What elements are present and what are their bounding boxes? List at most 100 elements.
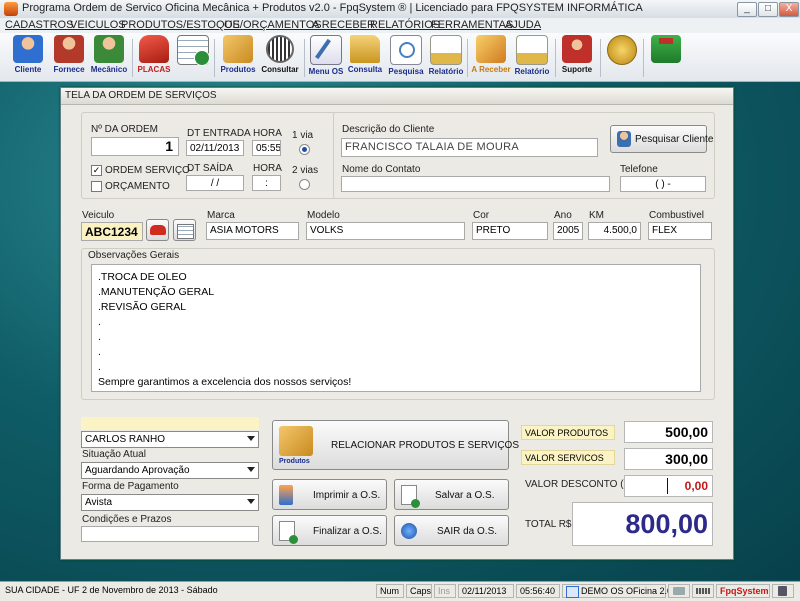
sair-os-button[interactable]: SAIR da O.S.	[394, 515, 509, 546]
car-search-button[interactable]	[146, 219, 169, 241]
salvar-os-button[interactable]: Salvar a O.S.	[394, 479, 509, 510]
notes-line: .REVISÃO GERAL	[98, 301, 187, 313]
toolbar-menu-os-button[interactable]: Menu OS	[307, 35, 345, 79]
condicoes-label: Condições e Prazos	[82, 514, 172, 525]
finalizar-os-button[interactable]: Finalizar a O.S.	[272, 515, 387, 546]
dt-entrada-field[interactable]: 02/11/2013	[186, 140, 244, 156]
car-icon	[139, 35, 169, 63]
monitor-icon	[566, 586, 579, 598]
toolbar-separator	[555, 39, 556, 77]
notes-line: .	[98, 361, 101, 373]
menu-ferramentas[interactable]: FERRAMENTAS	[431, 19, 513, 31]
marca-label: Marca	[207, 210, 235, 221]
toolbar-consultar-button[interactable]: Consultar	[259, 35, 301, 79]
notes-group: Observações Gerais .TROCA DE OLEO .MANUT…	[81, 248, 715, 400]
toolbar-relatorio-button[interactable]: Relatório	[427, 35, 465, 79]
car-icon	[150, 225, 166, 235]
valor-desconto-field[interactable]: 0,00	[624, 475, 713, 497]
vehicle-history-button[interactable]	[173, 219, 196, 241]
pesquisar-cliente-button[interactable]: Pesquisar Cliente	[610, 125, 713, 153]
notes-line: .MANUTENÇÃO GERAL	[98, 286, 215, 298]
ordem-servico-checkbox[interactable]: ✓	[91, 165, 102, 176]
client-desc-field[interactable]: FRANCISCO TALAIA DE MOURA	[341, 138, 598, 157]
title-bar: Programa Ordem de Servico Oficina Mecâni…	[0, 0, 800, 19]
finalize-icon	[279, 521, 298, 544]
notes-line: Sempre garantimos a excelencia dos nosso…	[98, 376, 352, 388]
status-printer	[668, 584, 690, 598]
contact-field[interactable]	[341, 176, 610, 192]
mechanic-icon	[94, 35, 124, 63]
dt-saida-field[interactable]: / /	[186, 175, 244, 191]
toolbar-cliente-button[interactable]: Cliente	[8, 35, 48, 79]
menu-cadastros[interactable]: CADASTROS	[5, 19, 73, 31]
phone-label: Telefone	[620, 164, 658, 175]
condicoes-field[interactable]	[81, 526, 259, 542]
placa-field[interactable]: ABC1234	[81, 222, 143, 241]
valor-produtos-field[interactable]: 500,00	[624, 421, 713, 443]
notes-line: .TROCA DE OLEO	[98, 271, 187, 283]
money-icon	[476, 35, 506, 63]
notes-line: .	[98, 346, 101, 358]
toolbar-separator	[304, 39, 305, 77]
mechanic-select[interactable]: CARLOS RANHO	[81, 431, 259, 448]
chevron-down-icon	[247, 467, 255, 472]
calendar-clock-icon	[177, 224, 194, 239]
menu-a-receber[interactable]: A RECEBER	[312, 19, 375, 31]
cor-field[interactable]: PRETO	[472, 222, 548, 240]
via1-label: 1 via	[292, 130, 314, 141]
order-number-field[interactable]: 1	[91, 137, 179, 156]
toolbar-mecanico-button[interactable]: Mecânico	[88, 35, 130, 79]
menu-ajuda[interactable]: AJUDA	[505, 19, 541, 31]
menu-relatorios[interactable]: RELATÓRIOS	[370, 19, 440, 31]
menu-produtos-estoque[interactable]: PRODUTOS/ESTOQUE	[121, 19, 240, 31]
status-brand: FpqSystem	[716, 584, 770, 598]
phone-field[interactable]: ( ) -	[620, 176, 706, 192]
hora-entrada-field[interactable]: 05:55	[252, 140, 281, 156]
keyboard-icon	[696, 588, 710, 594]
relacionar-produtos-button[interactable]: Produtos RELACIONAR PRODUTOS E SERVIÇOS	[272, 420, 519, 470]
via1-radio[interactable]	[299, 144, 310, 155]
toolbar-relatorio-receber-button[interactable]: Relatório	[512, 35, 552, 79]
report-icon	[516, 35, 548, 65]
text-cursor	[667, 478, 668, 494]
menu-os-orcamentos[interactable]: OS/ORÇAMENTOS	[224, 19, 322, 31]
toolbar-fornece-button[interactable]: Fornece	[49, 35, 89, 79]
marca-field[interactable]: ASIA MOTORS	[206, 222, 299, 240]
pagamento-select[interactable]: Avista	[81, 494, 259, 511]
toolbar-produtos-button[interactable]: Produtos	[218, 35, 258, 79]
ano-field[interactable]: 2005	[553, 222, 583, 240]
menu-veiculos[interactable]: VEICULOS	[70, 19, 126, 31]
status-num: Num	[376, 584, 404, 598]
via2-radio[interactable]	[299, 179, 310, 190]
situacao-select[interactable]: Aguardando Aprovação	[81, 462, 259, 479]
toolbar-a-receber-button[interactable]: A Receber	[470, 35, 512, 79]
toolbar-exit-button[interactable]	[648, 35, 684, 79]
valor-servicos-field[interactable]: 300,00	[624, 448, 713, 470]
close-button[interactable]: X	[779, 2, 799, 17]
situacao-label: Situação Atual	[82, 449, 146, 460]
chevron-down-icon	[247, 436, 255, 441]
supplier-icon	[54, 35, 84, 63]
toolbar-financeiro-button[interactable]	[604, 35, 640, 79]
toolbar-separator	[467, 39, 468, 77]
notes-textarea[interactable]: .TROCA DE OLEO .MANUTENÇÃO GERAL .REVISÃ…	[91, 264, 701, 392]
toolbar-pesquisa-button[interactable]: Pesquisa	[386, 35, 426, 79]
hora-saida-field[interactable]: :	[252, 175, 281, 191]
magnifier-icon	[390, 35, 422, 65]
maximize-button[interactable]: □	[758, 2, 778, 17]
minimize-button[interactable]: _	[737, 2, 757, 17]
toolbar-consulta-button[interactable]: Consulta	[346, 35, 384, 79]
toolbar-suporte-button[interactable]: Suporte	[558, 35, 596, 79]
toolbar-placas-button[interactable]: PLACAS	[136, 35, 172, 79]
modelo-field[interactable]: VOLKS	[306, 222, 465, 240]
km-field[interactable]: 4.500,0	[588, 222, 641, 240]
toolbar-separator	[643, 39, 644, 77]
printer-icon	[673, 587, 685, 595]
hora-entrada-label: HORA	[253, 128, 282, 139]
imprimir-os-button[interactable]: Imprimir a O.S.	[272, 479, 387, 510]
orcamento-checkbox[interactable]	[91, 181, 102, 192]
status-calculator[interactable]	[772, 584, 794, 598]
combustivel-field[interactable]: FLEX	[648, 222, 712, 240]
ordem-servico-label: ORDEM SERVIÇO	[105, 165, 190, 176]
toolbar-agenda-button[interactable]	[176, 35, 210, 79]
